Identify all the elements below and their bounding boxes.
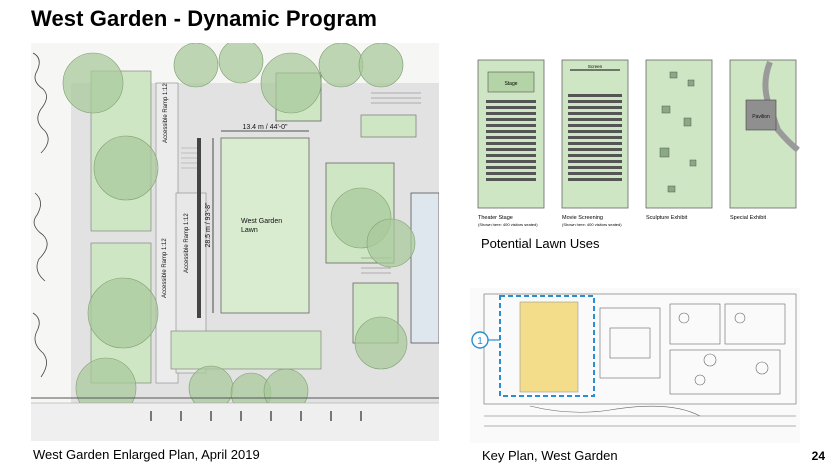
lawn-label-line1: West Garden [241,218,282,225]
ramp-label-lower: Accessible Ramp 1:12 [162,238,168,298]
use-note-movie: (Shown here: 400 visitors seated) [562,222,622,227]
use-name-movie: Movie Screening [562,215,603,221]
plan-caption: West Garden Enlarged Plan, April 2019 [33,447,260,462]
lawn-label-line2: Lawn [241,227,258,234]
screen-label: Screen [588,64,603,69]
ramp-label-middle: Accessible Ramp 1:12 [184,213,190,273]
lawn-uses-diagrams: Stage Screen Pavilion Theater Stage (Sho… [477,59,800,227]
use-name-sculpture: Sculpture Exhibit [646,215,688,221]
enlarged-plan-drawing: 13.4 m / 44'-0" 28.5 m / 93'-8" West Gar… [31,43,439,441]
key-plan-caption: Key Plan, West Garden [482,448,618,463]
dimension-length-label: 28.5 m / 93'-8" [205,202,212,248]
page-number: 24 [811,449,825,463]
pavilion-label: Pavilion [752,114,770,120]
use-name-theater: Theater Stage [478,215,513,221]
key-plan-drawing: 1 [470,288,800,443]
page-title: West Garden - Dynamic Program [31,6,378,31]
stage-label: Stage [504,81,517,87]
lawn-uses-title: Potential Lawn Uses [481,236,600,251]
dimension-width-label: 13.4 m / 44'-0" [242,124,288,131]
ramp-label-upper: Accessible Ramp 1:12 [163,83,169,143]
key-plan-marker: 1 [477,336,483,347]
use-note-theater: (Shown here: 400 visitors seated) [478,222,538,227]
use-name-special: Special Exhibit [730,215,767,221]
